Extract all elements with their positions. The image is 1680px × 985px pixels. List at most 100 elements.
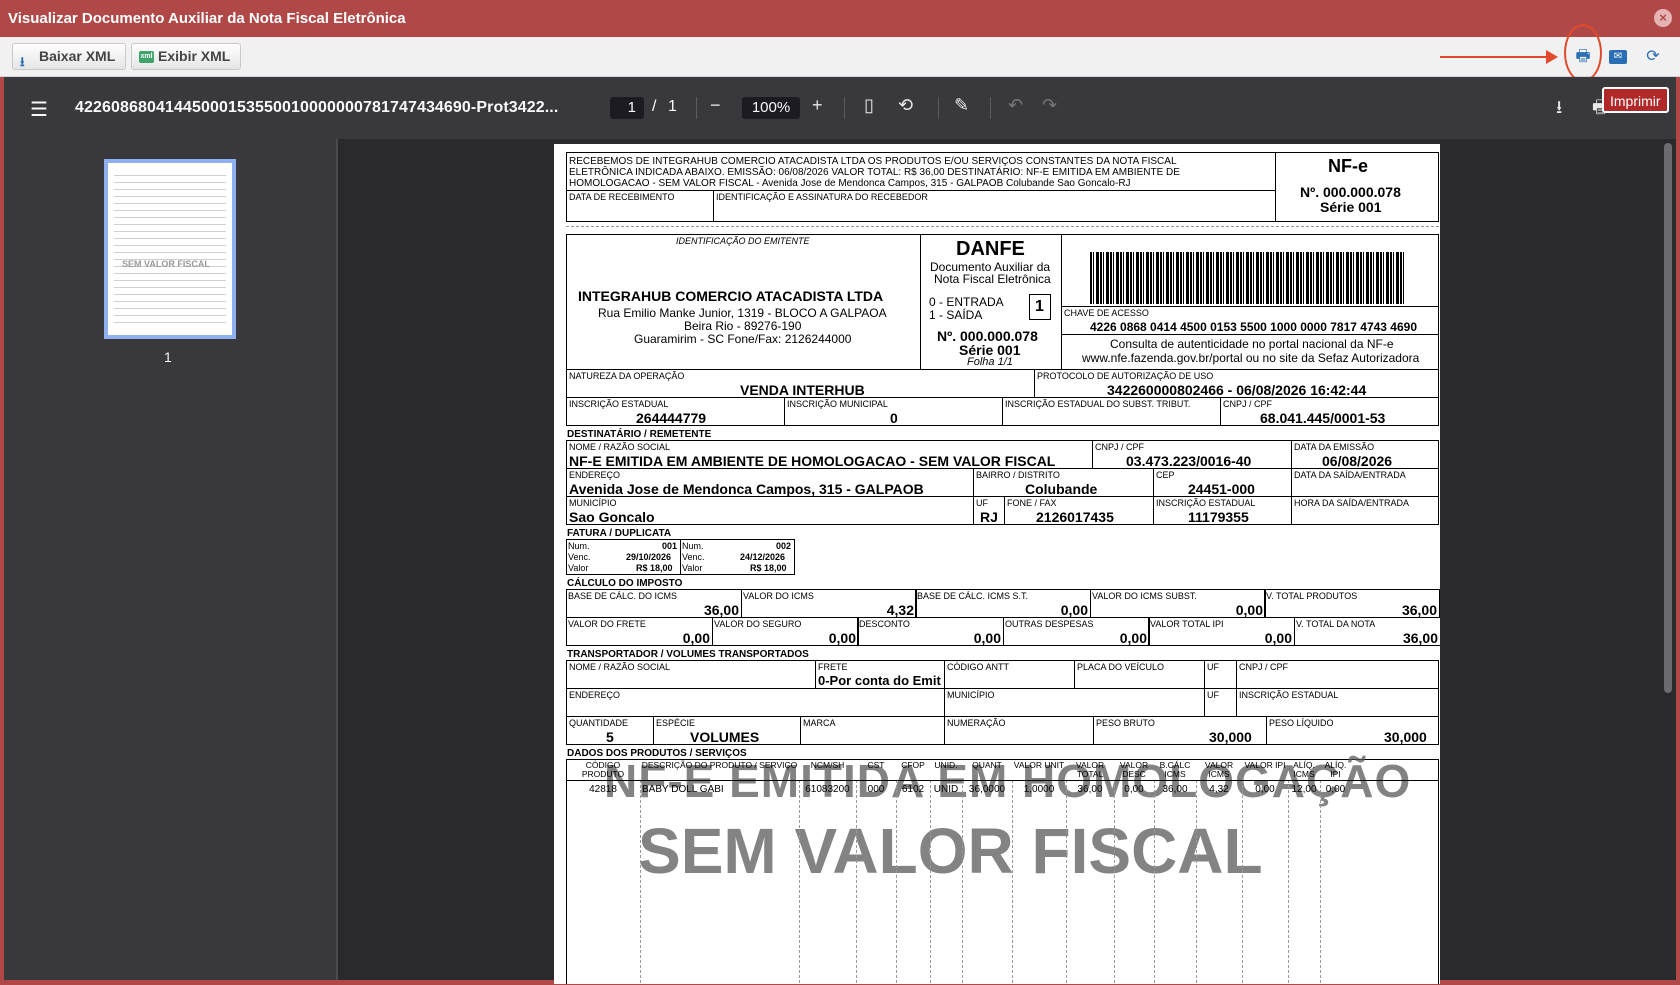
zoom-out-icon[interactable]: −: [710, 95, 721, 116]
products-header: VALOR TOTAL: [1075, 760, 1105, 779]
download-xml-button[interactable]: ⭳ Baixar XML: [12, 43, 127, 70]
products-header: VALOR UNIT: [1013, 760, 1065, 770]
thumbnail-sidebar: SEM VALOR FISCAL 1: [4, 139, 338, 980]
calc-value: 0,00: [973, 630, 1001, 646]
endereco-label: ENDEREÇO: [569, 470, 621, 480]
dup-valor-label: Valor: [568, 563, 589, 573]
products-cell: 36,00: [1077, 784, 1103, 795]
calc-value: 36,00: [1401, 602, 1437, 618]
especie-value: VOLUMES: [690, 729, 760, 745]
emitente-name: INTEGRAHUB COMERCIO ATACADISTA LTDA: [578, 288, 884, 304]
calc-value: 0,00: [828, 630, 856, 646]
dest-ie-label: INSCRIÇÃO ESTADUAL: [1156, 498, 1256, 508]
draw-icon[interactable]: ✎: [954, 95, 969, 116]
dup-venc-label: Venc.: [568, 552, 591, 562]
xml-icon: xml: [139, 51, 154, 63]
pbruto-label: PESO BRUTO: [1096, 718, 1155, 728]
products-cell: 0,00: [1124, 784, 1144, 795]
products-header: UNID.: [934, 760, 958, 770]
undo-icon[interactable]: ↶: [1008, 95, 1023, 116]
dup-venc: 24/12/2026: [740, 552, 786, 562]
calc-value: 4,32: [886, 602, 914, 618]
calc-value: 0,00: [682, 630, 710, 646]
title-bar: Visualizar Documento Auxiliar da Nota Fi…: [0, 0, 1680, 37]
calc-value: 0,00: [1235, 602, 1263, 618]
app-toolbar: ⭳ Baixar XML xml Exibir XML 🖶 ✉ ⟳: [0, 37, 1680, 77]
divider: [1061, 334, 1439, 335]
column-divider: [1288, 780, 1289, 984]
cnpj-label: CNPJ / CPF: [1223, 399, 1273, 409]
refresh-icon: ⟳: [1646, 48, 1660, 65]
annotation-circle: [1564, 24, 1602, 82]
iest-label: INSCRIÇÃO ESTADUAL DO SUBST. TRIBUT.: [1005, 399, 1191, 409]
danfe-title: DANFE: [956, 238, 1025, 260]
dest-cnpj-label: CNPJ / CPF: [1095, 442, 1145, 452]
products-cell: 0,00: [1325, 784, 1346, 795]
page-fit-icon[interactable]: ▯: [864, 95, 874, 116]
calc-label: BASE DE CÁLC. DO ICMS: [568, 591, 678, 601]
show-xml-button[interactable]: xml Exibir XML: [131, 43, 242, 70]
scrollbar[interactable]: [1664, 143, 1672, 693]
calc-label: DESCONTO: [859, 619, 910, 629]
danfe-folha: Folha 1/1: [967, 356, 1013, 368]
download-icon[interactable]: ⭳: [1556, 95, 1562, 125]
products-cell: 36,0000: [968, 784, 1006, 795]
download-xml-label: Baixar XML: [39, 48, 116, 64]
page-separator: /: [652, 98, 657, 115]
products-header: VALOR ICMS: [1204, 760, 1234, 779]
fone-label: FONE / FAX: [1007, 498, 1057, 508]
watermark-sem-valor: SEM VALOR FISCAL: [638, 815, 1263, 887]
products-header: NCM/SH: [810, 760, 845, 770]
natureza-label: NATUREZA DA OPERAÇÃO: [569, 371, 685, 381]
calc-value: 0,00: [1060, 602, 1088, 618]
calc-label: VALOR DO ICMS SUBST.: [1092, 591, 1197, 601]
municipio-value: Sao Goncalo: [569, 509, 655, 525]
rotate-icon[interactable]: ⟲: [898, 95, 913, 116]
frete-value: 0-Por conta do Emit: [818, 673, 941, 688]
emissao-value: 06/08/2026: [1322, 453, 1393, 469]
products-header: CST: [867, 760, 885, 770]
page-thumbnail[interactable]: SEM VALOR FISCAL: [104, 159, 236, 339]
header-divider: [566, 780, 1439, 781]
print-tooltip: Imprimir: [1602, 87, 1669, 113]
products-header: VALOR DESC: [1119, 760, 1149, 779]
transp-uf-label: UF: [1207, 662, 1219, 672]
protocolo-label: PROTOCOLO DE AUTORIZAÇÃO DE USO: [1037, 371, 1214, 381]
redo-icon[interactable]: ↷: [1042, 95, 1057, 116]
dest-ie-value: 11179355: [1188, 509, 1249, 525]
products-header: ALÍQ. ICMS: [1293, 760, 1315, 779]
products-header: DESCRIÇÃO DO PRODUTO / SERVIÇO: [641, 760, 798, 770]
danfe-page: RECEBEMOS DE INTEGRAHUB COMERCIO ATACADI…: [554, 144, 1440, 984]
products-header: B.CÁLC ICMS: [1159, 760, 1191, 779]
products-cell: 12,00: [1291, 784, 1317, 795]
nfe-title: NF-e: [1328, 156, 1368, 176]
column-divider: [1114, 780, 1115, 984]
pliq-value: 30,000: [1384, 729, 1427, 745]
zoom-in-icon[interactable]: +: [812, 95, 823, 116]
im-value: 0: [890, 410, 898, 426]
page-number-input[interactable]: 1: [610, 97, 644, 119]
calc-label: V. TOTAL DA NOTA: [1296, 619, 1376, 629]
sidebar-toggle-icon[interactable]: ☰: [30, 97, 48, 122]
email-icon: ✉: [1613, 51, 1623, 62]
receipt-text: ELETRÔNICA INDICADA ABAIXO. EMISSÃO: 06/…: [569, 167, 1180, 178]
emitente-address: Beira Rio - 89276-190: [684, 319, 802, 333]
close-icon[interactable]: ×: [1654, 9, 1672, 27]
access-key: 4226 0868 0414 4500 0153 5500 1000 0000 …: [1090, 320, 1417, 334]
refresh-button[interactable]: ⟳: [1640, 44, 1666, 70]
column-divider: [640, 780, 641, 984]
im-label: INSCRIÇÃO MUNICIPAL: [787, 399, 888, 409]
email-button[interactable]: ✉: [1609, 50, 1627, 64]
calc-label: BASE DE CÁLC. ICMS S.T.: [917, 591, 1029, 601]
show-xml-label: Exibir XML: [158, 48, 231, 64]
column-divider: [930, 780, 931, 984]
pbruto-value: 30,000: [1209, 729, 1252, 745]
viewer-toolbar: ☰ 42260868041445000153550010000000781747…: [4, 77, 1676, 139]
cep-value: 24451-000: [1188, 481, 1255, 497]
annotation-arrow-head: [1546, 50, 1558, 64]
uf-value: RJ: [980, 509, 998, 525]
emitente-address: Guaramirim - SC Fone/Fax: 2126244000: [634, 332, 852, 346]
zoom-select[interactable]: 100%: [742, 97, 800, 119]
calc-label: V. TOTAL PRODUTOS: [1266, 591, 1358, 601]
toolbar-divider: [844, 97, 845, 119]
